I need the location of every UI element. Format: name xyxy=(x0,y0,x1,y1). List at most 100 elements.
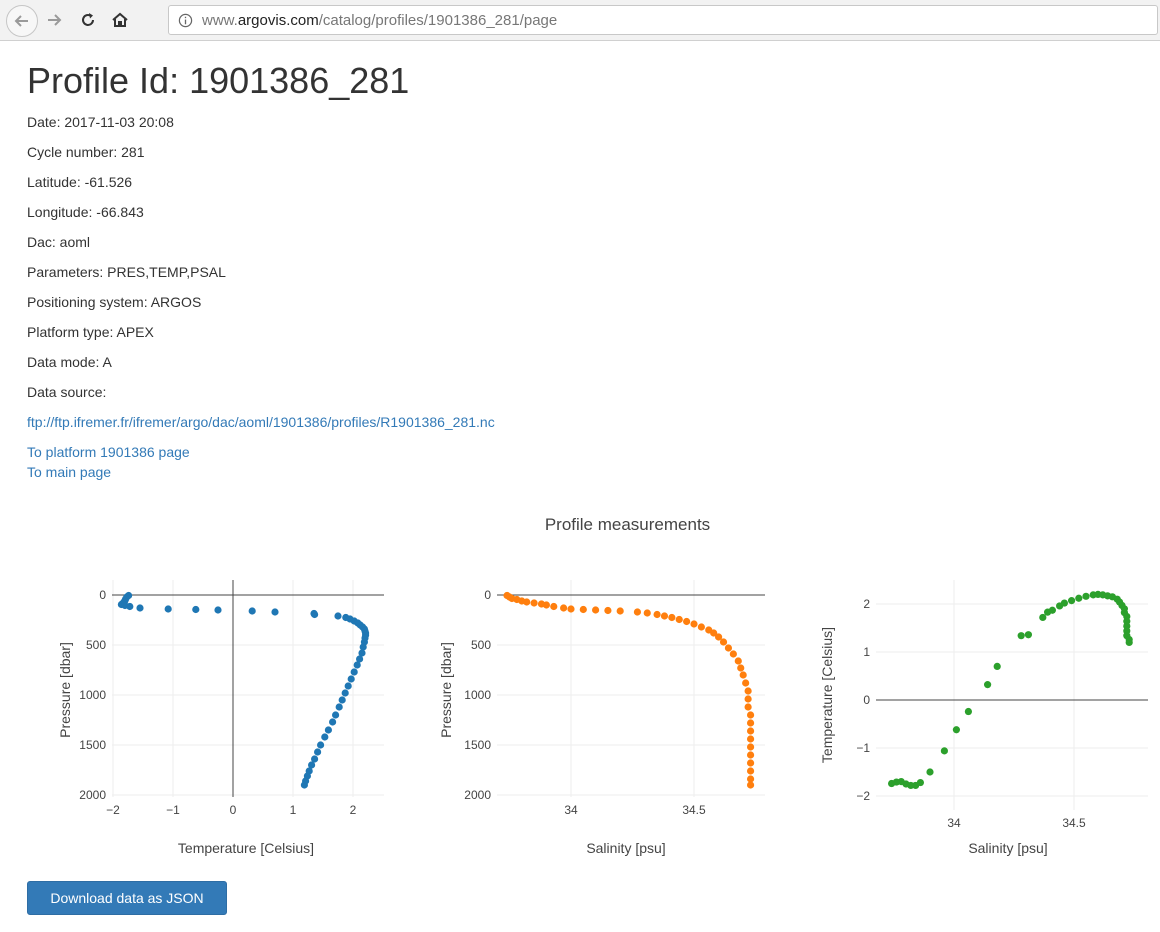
data-point xyxy=(542,601,551,609)
data-point xyxy=(744,703,752,711)
x-tick-label: 2 xyxy=(350,803,357,817)
data-point xyxy=(523,598,531,606)
data-point xyxy=(746,767,755,775)
data-point xyxy=(350,668,358,676)
y-tick-label: 2 xyxy=(863,597,870,611)
data-point xyxy=(353,661,361,669)
y-tick-label: 2000 xyxy=(464,788,491,802)
data-point xyxy=(567,605,575,613)
x-tick-label: −2 xyxy=(106,803,120,817)
data-point xyxy=(271,608,279,616)
y-axis-label: Pressure [dbar] xyxy=(57,642,73,738)
data-point xyxy=(653,610,661,619)
data-point xyxy=(940,747,949,755)
data-point xyxy=(746,759,755,767)
data-point xyxy=(916,778,925,787)
data-point xyxy=(697,623,705,631)
x-tick-label: 34.5 xyxy=(682,803,706,817)
data-point xyxy=(329,718,337,726)
y-tick-label: −2 xyxy=(856,789,870,803)
data-point xyxy=(1024,631,1032,639)
x-tick-label: 34 xyxy=(564,803,578,817)
chart-panel-3: 34 34.5 −2 −1 0 1 2 Salinity [psu] Temperature [… xyxy=(819,580,1148,856)
y-tick-label: 2000 xyxy=(79,788,106,802)
data-point xyxy=(746,719,755,727)
data-point xyxy=(742,679,750,687)
data-point xyxy=(683,617,691,626)
data-point xyxy=(964,707,973,716)
data-point xyxy=(550,602,558,611)
data-point xyxy=(724,644,733,652)
data-point xyxy=(248,607,256,615)
data-point xyxy=(690,620,698,628)
data-point xyxy=(719,638,728,646)
x-axis-label: Salinity [psu] xyxy=(968,840,1047,856)
data-point xyxy=(744,695,752,703)
y-axis-label: Pressure [dbar] xyxy=(438,642,454,738)
data-point xyxy=(592,606,600,614)
data-point xyxy=(739,671,747,679)
data-point xyxy=(1082,592,1090,600)
x-tick-label: 34 xyxy=(947,816,961,830)
data-point xyxy=(668,613,676,622)
data-point xyxy=(746,781,755,789)
x-tick-label: 0 xyxy=(230,803,237,817)
data-point xyxy=(338,696,346,704)
data-point xyxy=(746,751,755,759)
y-tick-label: 0 xyxy=(484,588,491,602)
data-point xyxy=(335,703,343,711)
download-json-button[interactable]: Download data as JSON xyxy=(27,881,227,915)
data-point xyxy=(734,657,742,665)
data-point xyxy=(332,711,340,719)
y-tick-label: 1000 xyxy=(79,688,106,702)
data-point xyxy=(164,605,172,613)
data-point xyxy=(334,612,342,620)
y-tick-label: 0 xyxy=(99,588,106,602)
data-point xyxy=(324,726,332,734)
data-point xyxy=(560,604,568,612)
data-point xyxy=(604,606,612,615)
data-point xyxy=(214,606,222,614)
y-axis-label: Temperature [Celsius] xyxy=(819,627,835,763)
y-tick-label: 500 xyxy=(86,638,106,652)
data-point xyxy=(344,682,352,690)
data-point xyxy=(926,768,934,776)
y-tick-label: 1500 xyxy=(464,738,491,752)
data-point xyxy=(737,664,745,672)
data-point xyxy=(675,615,683,624)
x-axis-label: Salinity [psu] xyxy=(586,840,665,856)
x-axis-label: Temperature [Celsius] xyxy=(178,840,314,856)
data-point xyxy=(993,662,1001,671)
data-point xyxy=(1060,599,1068,607)
data-point xyxy=(126,602,134,611)
data-point xyxy=(1125,638,1133,647)
data-point xyxy=(314,748,322,756)
data-point xyxy=(744,687,752,695)
y-tick-label: 1000 xyxy=(464,688,491,702)
data-point xyxy=(311,610,319,619)
data-point xyxy=(530,599,538,607)
data-point xyxy=(341,689,349,697)
data-point xyxy=(136,604,144,612)
data-point xyxy=(746,735,755,743)
data-point xyxy=(746,743,755,751)
y-tick-label: 0 xyxy=(863,693,870,707)
data-point xyxy=(1048,606,1056,614)
data-point xyxy=(1017,632,1025,640)
x-tick-label: 1 xyxy=(290,803,297,817)
data-point xyxy=(192,605,200,614)
chart-panel-1: −2 −1 0 1 2 0 500 1000 1500 2000 Temperature [Cels… xyxy=(57,580,384,856)
y-tick-label: −1 xyxy=(856,741,870,755)
data-point xyxy=(317,741,325,749)
data-point xyxy=(643,609,651,617)
y-tick-label: 500 xyxy=(471,638,491,652)
data-point xyxy=(1075,594,1083,602)
y-tick-label: 1500 xyxy=(79,738,106,752)
data-point xyxy=(746,711,755,719)
data-point xyxy=(729,650,737,658)
profile-charts: −2 −1 0 1 2 0 500 1000 1500 2000 Temperature [Cels… xyxy=(57,580,1148,856)
data-point xyxy=(579,605,587,614)
data-point xyxy=(347,675,355,683)
data-point xyxy=(952,726,961,734)
data-point xyxy=(984,681,992,689)
